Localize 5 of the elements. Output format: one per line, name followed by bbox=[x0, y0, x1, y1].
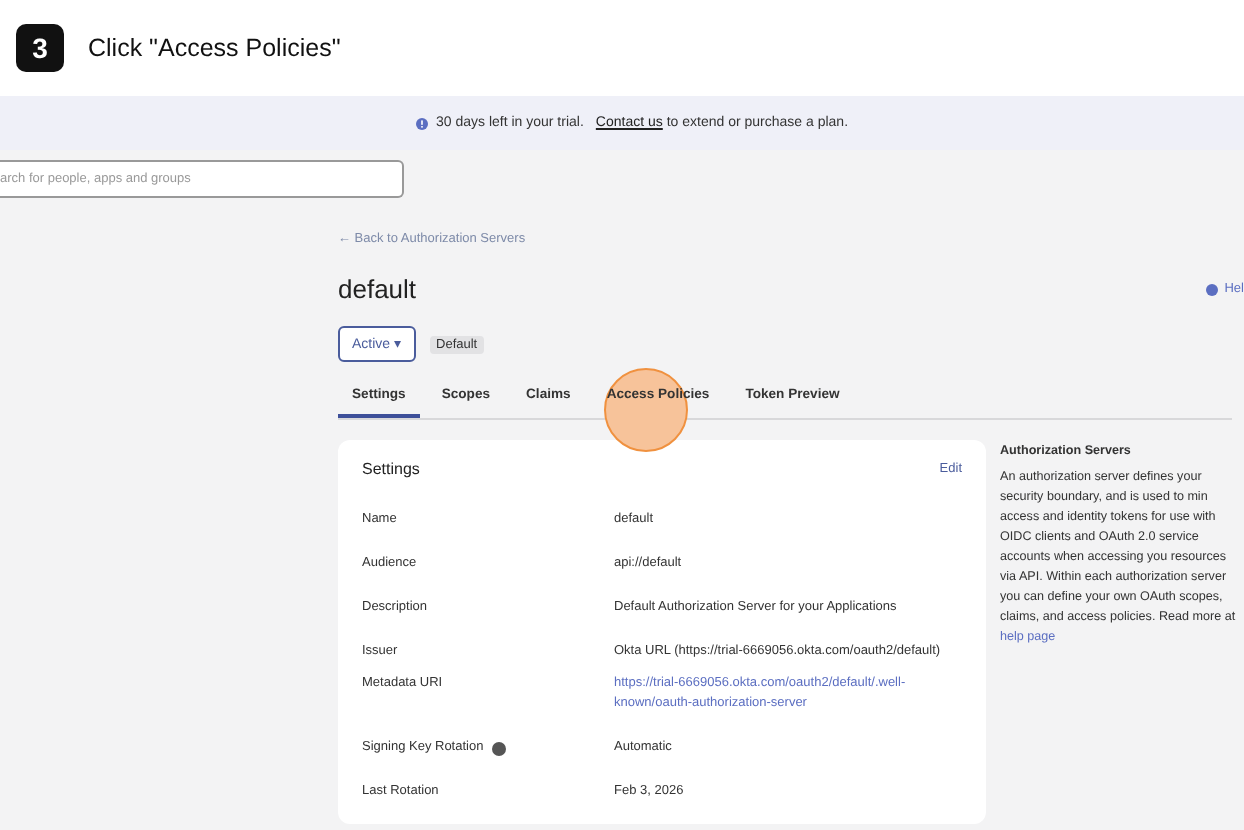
step-instruction: Click "Access Policies" bbox=[88, 34, 341, 62]
info-icon bbox=[415, 117, 428, 129]
card-title: Settings bbox=[362, 460, 420, 478]
page-title: default bbox=[338, 274, 417, 304]
step-number: 3 bbox=[16, 24, 64, 72]
